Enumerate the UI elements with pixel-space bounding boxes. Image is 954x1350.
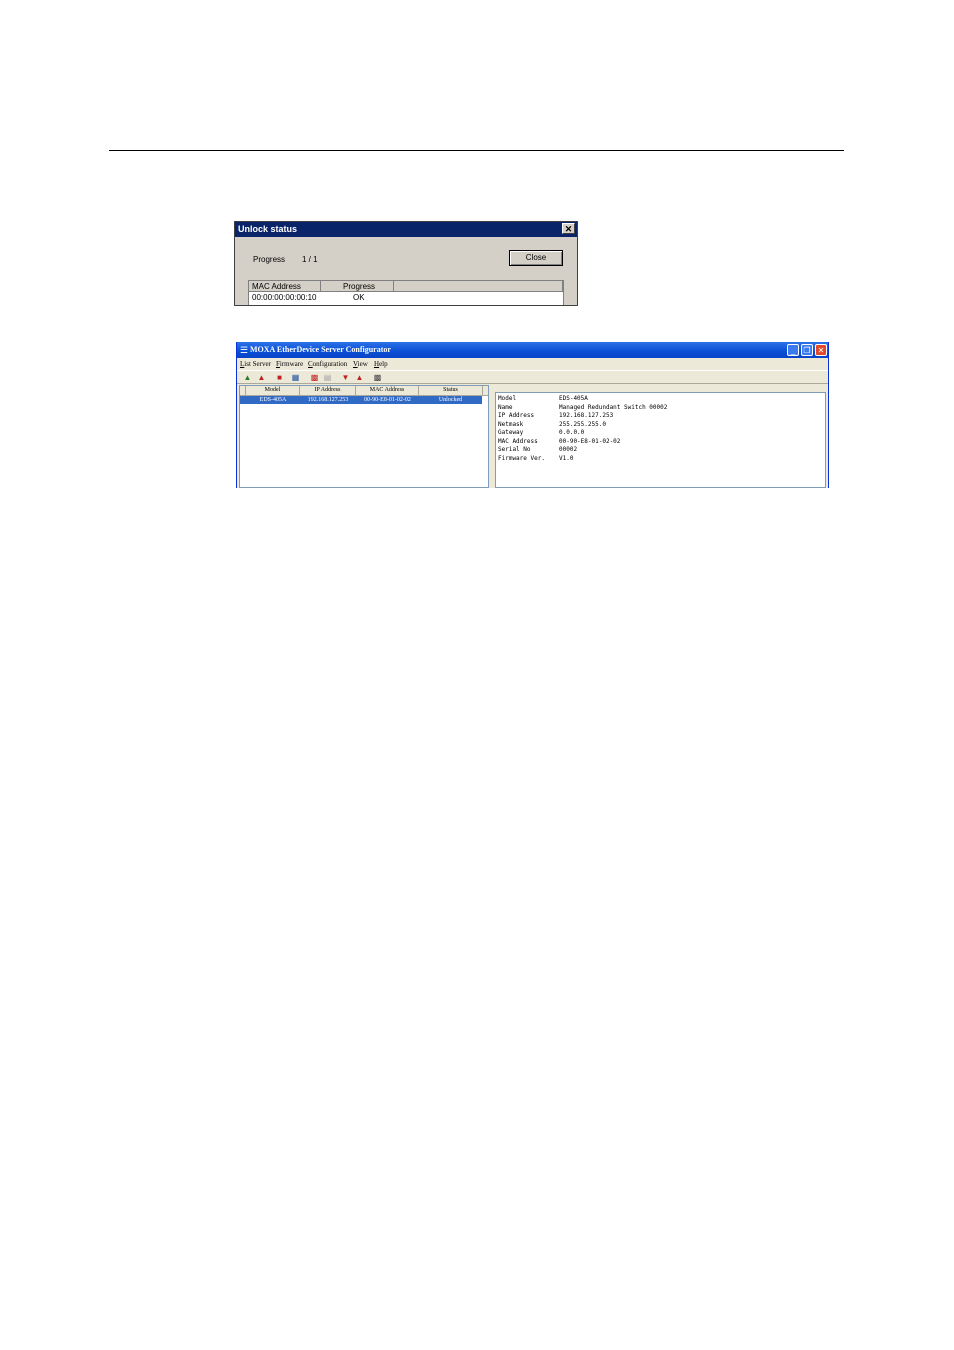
detail-key: Gateway [498,429,524,436]
unlock-list: MAC Address Progress 00:00:00:00:00:10 O… [248,280,564,305]
progress-label: Progress [253,255,286,264]
server-icon[interactable]: ■ [275,373,284,382]
download-icon[interactable]: ▼ [341,373,350,382]
menu-view[interactable]: View [353,359,368,369]
row-progress: OK [353,293,365,302]
configurator-window: ☰ MOXA EtherDevice Server Configurator _… [236,342,829,488]
row-status: Unlocked [438,397,463,403]
table-row[interactable]: EDS-405A 192.168.127.253 00-90-E8-01-02-… [240,396,482,404]
settings-icon[interactable]: ▦ [291,373,300,382]
detail-key: IP Address [498,412,535,419]
unlock-list-header: MAC Address Progress [249,281,563,292]
stop-icon[interactable]: ▲ [257,373,266,382]
column-progress[interactable]: Progress [321,281,394,292]
column-model[interactable]: Model [246,386,300,395]
detail-value: 00002 [559,446,578,453]
panel-splitter[interactable] [489,385,494,488]
toolbar: ▲ ▲ ■ ▦ ▩ ▤ ▼ ▲ ▩ [237,370,828,384]
upload-icon[interactable]: ▲ [355,373,364,382]
menu-configuration[interactable]: Configuration [308,359,347,369]
detail-value: 192.168.127.253 [559,412,614,419]
unlock-status-dialog: Unlock status ✕ Progress 1 / 1 Close MAC… [234,221,578,306]
close-icon[interactable]: ✕ [815,344,827,356]
progress-value: 1 / 1 [302,255,318,264]
detail-value: EDS-405A [559,395,588,402]
server-list-header: Model IP Address MAC Address Status [240,386,488,396]
detail-value: V1.0 [559,455,574,462]
dialog-close-icon[interactable]: ✕ [562,223,575,234]
row-mac: 00-90-E8-01-02-02 [364,397,411,403]
column-mac-address[interactable]: MAC Address [356,386,419,395]
minimize-icon[interactable]: _ [787,344,799,356]
detail-value: 0.0.0.0 [559,429,585,436]
menu-help[interactable]: Help [374,359,388,369]
disabled-icon: ▤ [323,373,332,382]
detail-key: Firmware Ver. [498,455,545,462]
row-ip: 192.168.127.253 [307,397,349,403]
page-rule [109,150,844,151]
menubar: List Server Firmware Configuration View … [237,358,828,370]
detail-key: Model [498,395,517,402]
column-status[interactable]: Status [419,386,483,395]
restore-icon[interactable]: ❐ [801,344,813,356]
app-icon: ☰ [240,345,249,355]
details-panel: Model EDS-405A Name Managed Redundant Sw… [495,392,826,488]
detail-key: Serial No [498,446,531,453]
server-list: Model IP Address MAC Address Status EDS-… [239,385,489,488]
window-titlebar: ☰ MOXA EtherDevice Server Configurator _… [237,342,828,358]
column-ip-address[interactable]: IP Address [300,386,356,395]
dialog-title: Unlock status [235,222,577,237]
close-button[interactable]: Close [509,250,563,266]
search-icon[interactable]: ▲ [243,373,252,382]
row-mac: 00:00:00:00:00:10 [252,293,317,302]
window-title: MOXA EtherDevice Server Configurator [250,345,391,354]
column-mac-address[interactable]: MAC Address [249,281,321,292]
row-model: EDS-405A [259,397,287,403]
column-filler [394,281,563,292]
menu-firmware[interactable]: Firmware [276,359,303,369]
export-icon[interactable]: ▩ [373,373,382,382]
network-icon[interactable]: ▩ [310,373,319,382]
menu-list-server[interactable]: List Server [240,359,271,369]
